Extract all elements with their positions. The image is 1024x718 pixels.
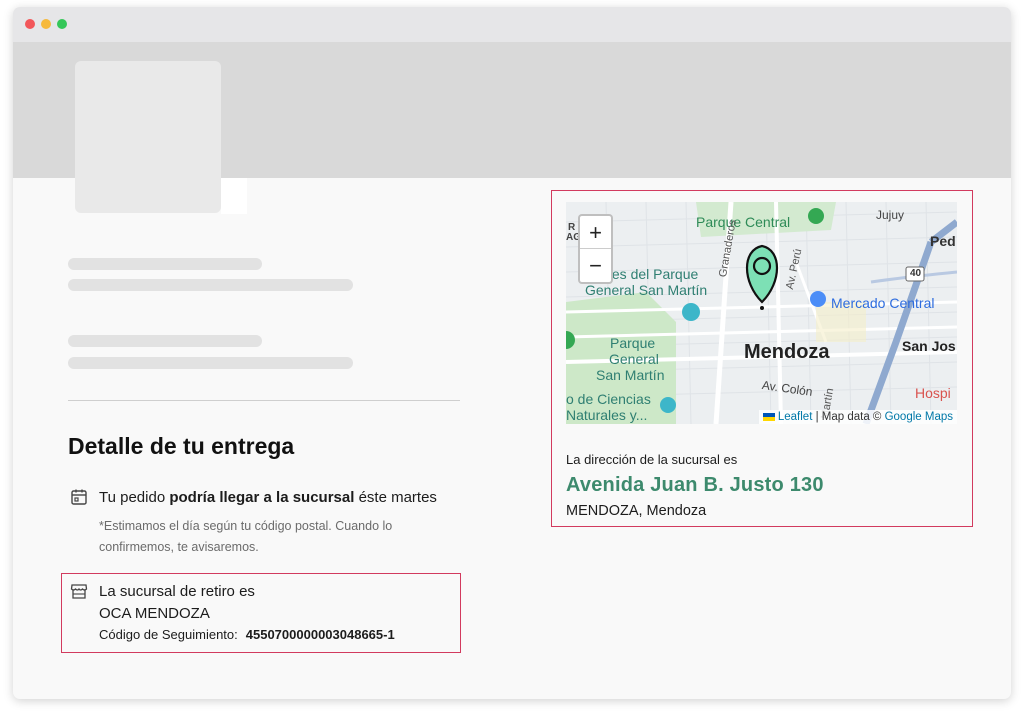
calendar-icon [70,488,88,506]
map-label-general: General [609,351,659,367]
tracking-code[interactable]: 4550700000003048665-1 [246,627,395,642]
title-bar [13,7,1011,42]
eta-disclaimer: *Estimamos el día según tu código postal… [99,519,393,554]
map-attribution: Leaflet | Map data © Google Maps [758,410,957,424]
address-street: Avenida Juan B. Justo 130 [566,474,824,496]
map-label-parque-central: Parque Central [696,214,791,230]
ukraine-flag-icon [762,412,775,421]
eta-suffix: éste martes [354,489,437,506]
skeleton-line [68,357,353,369]
address-city: MENDOZA, Mendoza [566,503,707,519]
delivery-section-title: Detalle de tu entrega [68,433,295,459]
skeleton-line [68,258,262,270]
skeleton-line [68,335,262,347]
map-label-parque: Parque [610,335,656,351]
leaflet-link[interactable]: Leaflet [778,411,813,423]
zoom-in-button[interactable]: + [580,216,611,249]
logo-placeholder-shadow [221,178,247,214]
map-label-mercado-central: Mercado Central [831,295,935,311]
section-divider [68,400,460,401]
branch-map[interactable]: Parque Central Jujuy Ped R AG ines del P… [566,202,957,424]
map-zoom-control: + − [578,214,613,284]
map-label-naturales: Naturales y... [566,407,648,423]
map-label-ines-parque: ines del Parque [601,266,699,282]
zoom-out-button[interactable]: − [580,249,611,282]
map-label-o-de-ciencias: o de Ciencias [566,391,651,407]
map-label-san-jos: San Jos [902,338,956,354]
maximize-window-button[interactable] [57,19,67,29]
eta-prefix: Tu pedido [99,489,170,506]
map-label-hospi: Hospi [915,385,951,401]
branch-label: La sucursal de retiro es [99,583,255,600]
skeleton-line [68,279,353,291]
branch-name: OCA MENDOZA [99,605,210,622]
eta-emphasis: podría llegar a la sucursal [169,489,355,506]
map-label-san-martin: San Martín [596,367,665,383]
map-label-ped: Ped [930,233,956,249]
address-label: La dirección de la sucursal es [566,452,738,467]
tracking-info: Código de Seguimiento: 455070000000304866… [99,627,395,642]
google-maps-link[interactable]: Google Maps [885,411,953,423]
store-icon [70,582,88,600]
route-40-shield: 40 [910,268,922,279]
close-window-button[interactable] [25,19,35,29]
delivery-eta: Tu pedido podría llegar a la sucursal és… [99,489,437,506]
map-label-mendoza: Mendoza [744,341,830,363]
tracking-label: Código de Seguimiento: [99,627,238,642]
attribution-separator: | Map data © [812,411,885,423]
map-label-general-san-martin: General San Martín [585,282,708,298]
map-label-jujuy: Jujuy [876,208,905,222]
minimize-window-button[interactable] [41,19,51,29]
store-logo-placeholder [75,61,221,213]
